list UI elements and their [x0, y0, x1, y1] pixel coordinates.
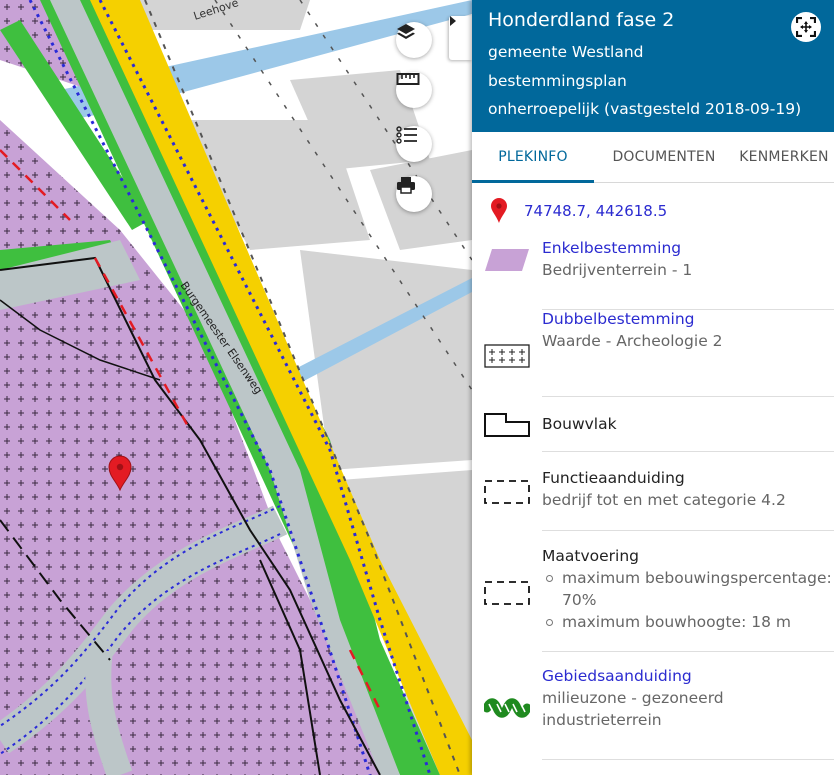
plan-status: onherroepelijk (vastgesteld 2018-09-19) [488, 100, 802, 118]
maatvoering-item: maximum bouwhoogte: 18 m [542, 611, 834, 633]
zoom-to-plan-button[interactable] [791, 12, 821, 42]
list-icon [396, 126, 417, 144]
layers-icon [397, 24, 415, 39]
entry-maatvoering: Maatvoering maximum bebouwingspercentage… [472, 531, 834, 652]
measure-button[interactable] [396, 72, 432, 108]
entry-enkelbestemming: Enkelbestemming Bedrijventerrein - 1 [472, 169, 834, 310]
entry-label-enkelbestemming[interactable]: Enkelbestemming [542, 237, 692, 259]
info-panel: Honderdland fase 2 gemeente Westland bes… [472, 0, 834, 775]
fit-extent-icon [796, 17, 816, 37]
entry-bouwvlak: Bouwvlak [472, 397, 834, 452]
entry-functieaanduiding: Functieaanduiding bedrijf tot en met cat… [472, 452, 834, 531]
maatvoering-item: maximum bebouwingspercentage: 70% [542, 567, 834, 611]
chevron-right-icon [450, 16, 456, 26]
bouwvlak-symbol-icon [484, 413, 530, 437]
entry-sub-dubbelbestemming: Waarde - Archeologie 2 [542, 332, 723, 350]
entry-label-gebiedsaanduiding[interactable]: Gebiedsaanduiding [542, 665, 832, 687]
maatvoering-symbol-icon [484, 581, 530, 605]
plan-title: Honderdland fase 2 [488, 9, 675, 31]
entry-gebiedsaanduiding: Gebiedsaanduiding milieuzone - gezoneerd… [472, 652, 834, 762]
entry-label-functieaanduiding: Functieaanduiding [542, 469, 685, 487]
entry-sub-gebiedsaanduiding: milieuzone - gezoneerd industrieterrein [542, 689, 724, 729]
enkelbestemming-symbol-icon [485, 249, 529, 271]
entry-label-bouwvlak: Bouwvlak [542, 415, 617, 433]
gebiedsaanduiding-symbol-icon [484, 698, 530, 718]
print-button[interactable] [396, 176, 432, 212]
legend-button[interactable] [396, 126, 432, 162]
plan-municipality: gemeente Westland [488, 43, 644, 61]
entry-dubbelbestemming: Dubbelbestemming Waarde - Archeologie 2 [472, 310, 834, 397]
entry-label-dubbelbestemming[interactable]: Dubbelbestemming [542, 308, 723, 330]
entry-sub-functieaanduiding: bedrijf tot en met categorie 4.2 [542, 491, 786, 509]
printer-icon [397, 177, 415, 194]
map-view[interactable]: Burgemeester Elsenweg Leehove [0, 0, 472, 775]
collapse-panel-button[interactable] [449, 16, 472, 60]
entry-sub-enkelbestemming: Bedrijventerrein - 1 [542, 261, 693, 279]
plan-type: bestemmingsplan [488, 72, 627, 90]
layers-button[interactable] [396, 22, 432, 58]
maatvoering-list: maximum bebouwingspercentage: 70% maximu… [542, 567, 834, 633]
dubbelbestemming-symbol-icon [484, 344, 530, 368]
entry-label-maatvoering: Maatvoering [542, 547, 639, 565]
map-canvas[interactable]: Burgemeester Elsenweg Leehove [0, 0, 472, 775]
functieaanduiding-symbol-icon [484, 480, 530, 504]
panel-header: Honderdland fase 2 gemeente Westland bes… [472, 0, 834, 132]
ruler-icon [396, 73, 420, 85]
